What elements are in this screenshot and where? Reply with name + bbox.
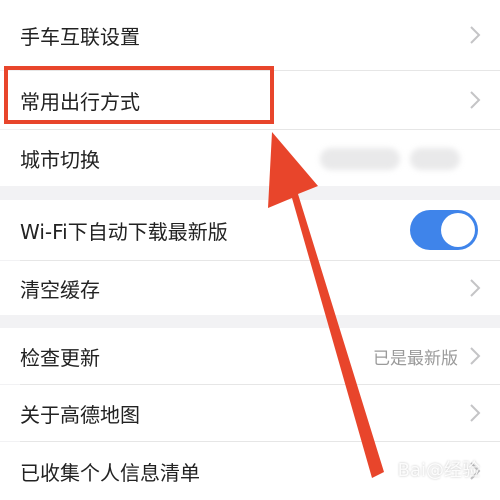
annotation-arrow-icon: [268, 132, 384, 478]
watermark-sub: jingyan.baidu.com: [379, 485, 472, 496]
watermark: Bai@经验: [397, 460, 480, 481]
